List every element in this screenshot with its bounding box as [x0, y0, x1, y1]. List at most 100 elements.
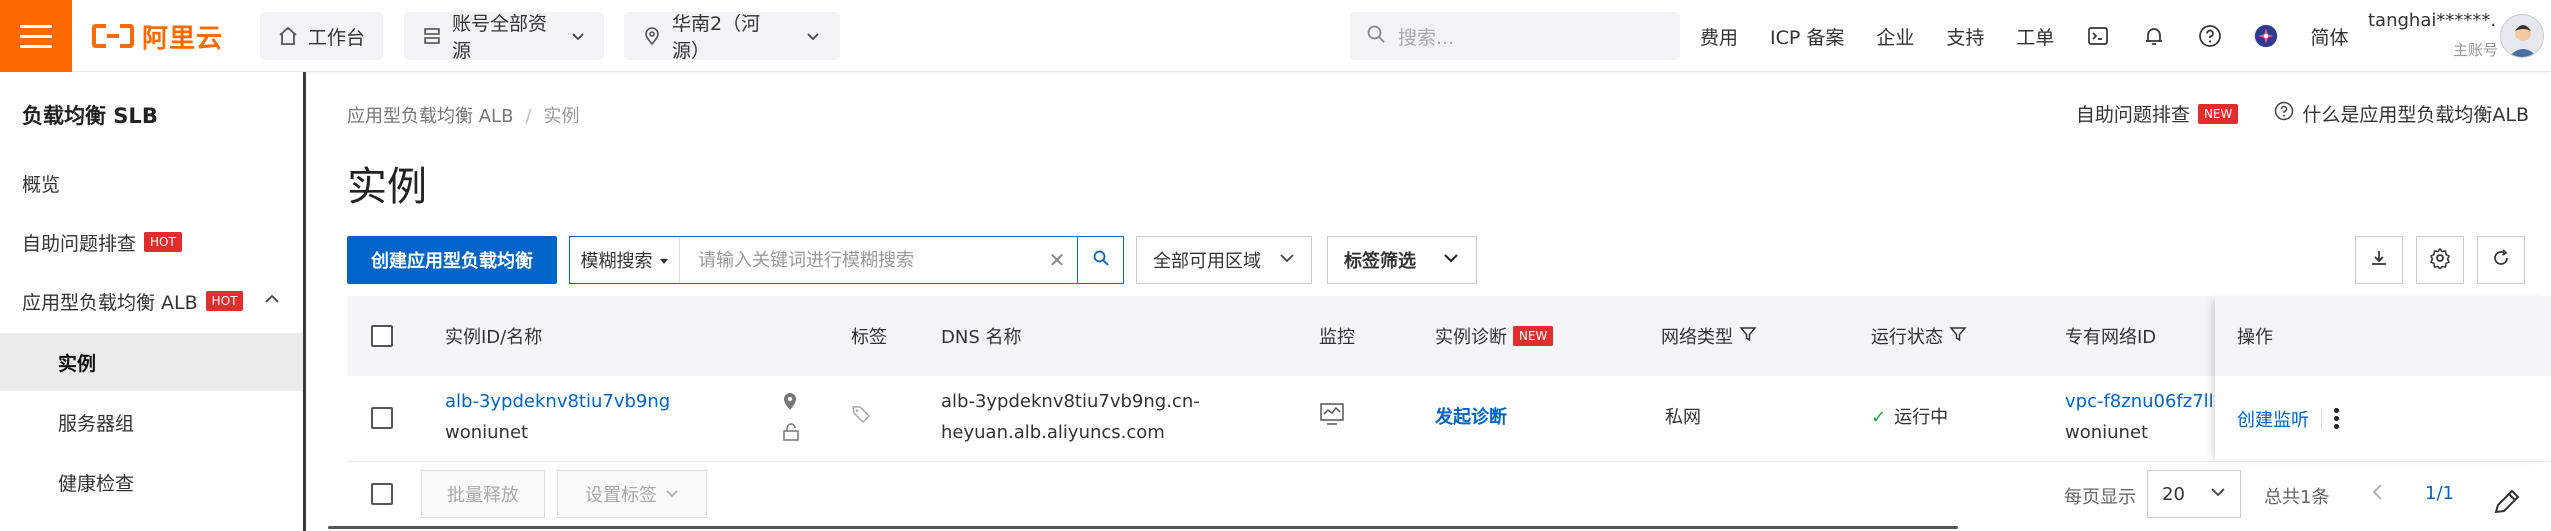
region-dropdown[interactable]: 华南2（河源） [624, 12, 840, 62]
global-search-input[interactable]: 搜索... [1350, 12, 1680, 60]
settings-button[interactable] [2416, 236, 2464, 284]
instance-id[interactable]: alb-3ypdeknv8tiu7vb9ng [445, 391, 670, 412]
start-diagnose-link[interactable]: 发起诊断 [1435, 402, 1507, 433]
divider [2321, 408, 2322, 429]
lock-icon [781, 420, 801, 451]
sidebar-item-server-groups[interactable]: 服务器组 [0, 393, 303, 451]
create-alb-button[interactable]: 创建应用型负载均衡 [347, 236, 557, 284]
location-icon [642, 26, 662, 46]
pencil-icon [2490, 489, 2524, 524]
instance-name: woniunet [445, 422, 529, 443]
language-switch[interactable]: 简体 [2310, 23, 2348, 50]
sidebar-item-label: 服务器组 [58, 412, 135, 435]
aliyun-logo[interactable]: 阿里云 [92, 18, 223, 54]
region-label: 华南2（河源） [672, 13, 761, 62]
column-header-dns: DNS 名称 [941, 327, 1022, 348]
bell-icon[interactable] [2142, 24, 2166, 48]
ticket-link[interactable]: 工单 [2016, 23, 2054, 50]
dns-name-line2: heyuan.alb.aliyuncs.com [941, 422, 1165, 443]
zone-select[interactable]: 全部可用区域 [1136, 236, 1312, 284]
status-badge: ✓ 运行中 [1871, 402, 1948, 433]
current-page: 1/1 [2425, 483, 2454, 504]
column-header-id: 实例ID/名称 [445, 327, 543, 348]
per-page-label: 每页显示 [2064, 487, 2136, 508]
column-header-monitor: 监控 [1319, 327, 1355, 348]
tag-icon[interactable] [851, 403, 871, 434]
sidebar-item-label: 应用型负载均衡 ALB [22, 291, 198, 314]
sidebar-item-health-check[interactable]: 健康检查 [0, 453, 303, 511]
instance-search-input[interactable] [680, 237, 1037, 283]
chevron-down-icon [1279, 250, 1295, 271]
support-link[interactable]: 支持 [1946, 23, 1984, 50]
page-size-select[interactable]: 20 [2147, 470, 2241, 518]
prev-page-button[interactable] [2371, 483, 2385, 506]
instance-search: 模糊搜索 ✕ [569, 236, 1124, 284]
clear-icon[interactable]: ✕ [1037, 248, 1077, 272]
instance-id-link[interactable]: alb-3ypdeknv8tiu7vb9ng [445, 386, 670, 417]
row-checkbox[interactable] [371, 407, 393, 429]
brand-name: 阿里云 [142, 23, 224, 54]
ai-assistant-icon[interactable] [2254, 24, 2278, 48]
sidebar-title: 负载均衡 SLB [22, 104, 158, 128]
terminal-icon[interactable] [2086, 24, 2110, 48]
menu-icon-line [20, 34, 52, 38]
breadcrumb-current: 实例 [543, 106, 580, 127]
column-header-vpc: 专有网络ID [2065, 327, 2157, 348]
toolbar: 创建应用型负载均衡 模糊搜索 ✕ 全部可用区域 标签筛选 [347, 236, 2527, 284]
tag-filter-button[interactable]: 标签筛选 [1327, 236, 1477, 284]
chevron-down-icon [1442, 249, 1460, 272]
search-type-dropdown[interactable]: 模糊搜索 [570, 237, 680, 283]
sidebar-item-label: 自助问题排查 [22, 232, 137, 255]
filter-icon[interactable] [1739, 325, 1757, 348]
status-label: 运行中 [1894, 407, 1949, 428]
main-content: 应用型负载均衡 ALB / 实例 自助问题排查 NEW 什么是应用型负载均衡ALB … [306, 72, 2551, 531]
select-all-checkbox[interactable] [371, 325, 393, 347]
set-tags-button[interactable]: 设置标签 [557, 470, 707, 518]
sidebar-item-troubleshoot[interactable]: 自助问题排查 HOT [0, 213, 303, 271]
help-doc-link[interactable]: 什么是应用型负载均衡ALB [2274, 100, 2529, 127]
user-account[interactable]: tanghai******... 主账号 [2368, 10, 2498, 60]
set-tags-label: 设置标签 [585, 485, 657, 506]
sidebar-item-label: 实例 [58, 352, 97, 375]
billing-link[interactable]: 费用 [1700, 23, 1738, 50]
breadcrumb-alb[interactable]: 应用型负载均衡 ALB [347, 106, 513, 127]
aliyun-logo-icon [92, 22, 134, 50]
filter-icon[interactable] [1949, 325, 1967, 348]
avatar[interactable] [2500, 14, 2544, 58]
resource-scope-dropdown[interactable]: 账号全部资源 [404, 12, 604, 62]
more-actions-icon[interactable] [2334, 408, 2339, 429]
search-submit-button[interactable] [1077, 237, 1123, 283]
download-icon [2369, 248, 2389, 272]
help-icon[interactable] [2198, 24, 2222, 48]
sidebar-item-overview[interactable]: 概览 [0, 154, 303, 212]
column-header-ops: 操作 [2215, 296, 2551, 376]
zone-location-icon[interactable] [781, 390, 799, 421]
column-header-status-label: 运行状态 [1871, 327, 1943, 348]
page-indicator: 1/1 [2425, 483, 2454, 504]
hamburger-menu-button[interactable] [0, 0, 72, 72]
enterprise-link[interactable]: 企业 [1876, 23, 1914, 50]
feedback-edit-button[interactable] [2490, 486, 2540, 531]
export-button[interactable] [2355, 236, 2403, 284]
sidebar: 负载均衡 SLB 概览 自助问题排查 HOT 应用型负载均衡 ALB HOT 实… [0, 72, 306, 531]
monitor-chart-icon[interactable] [1319, 402, 1345, 436]
vpc-id[interactable]: vpc-f8znu06fz7ll7qh [2065, 391, 2215, 412]
create-listener-link[interactable]: 创建监听 [2237, 406, 2309, 432]
tag-filter-label: 标签筛选 [1344, 251, 1416, 272]
icp-link[interactable]: ICP 备案 [1770, 23, 1844, 50]
workbench-button[interactable]: 工作台 [260, 12, 384, 60]
zone-select-label: 全部可用区域 [1153, 251, 1261, 272]
column-header-network[interactable]: 网络类型 [1661, 296, 1757, 376]
sidebar-item-instances[interactable]: 实例 [0, 333, 303, 391]
total-count: 总共1条 [2264, 487, 2330, 508]
troubleshoot-link[interactable]: 自助问题排查 [2076, 100, 2190, 127]
help-doc-label: 什么是应用型负载均衡ALB [2302, 104, 2529, 126]
vpc-id-link[interactable]: vpc-f8znu06fz7ll7qh [2065, 386, 2215, 417]
column-header-status[interactable]: 运行状态 [1871, 296, 1967, 376]
batch-release-button[interactable]: 批量释放 [421, 470, 545, 518]
sidebar-item-alb[interactable]: 应用型负载均衡 ALB HOT [0, 272, 303, 330]
new-badge: NEW [2197, 103, 2239, 124]
global-search-placeholder: 搜索... [1398, 26, 1455, 49]
footer-select-all-checkbox[interactable] [371, 483, 393, 505]
refresh-button[interactable] [2477, 236, 2525, 284]
